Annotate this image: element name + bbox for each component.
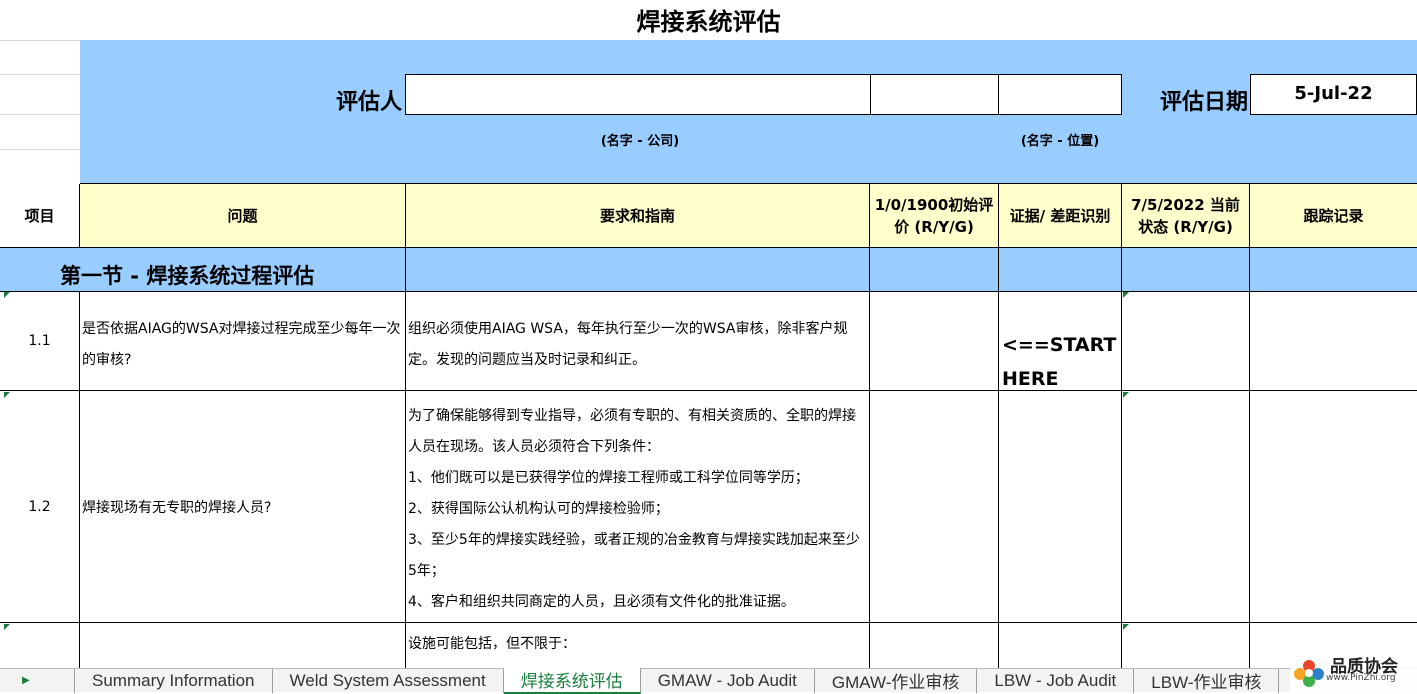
date-value[interactable]: 5-Jul-22	[1250, 74, 1417, 115]
current-status-cell[interactable]	[1122, 292, 1250, 391]
tab-lbw-job-audit[interactable]: LBW - Job Audit	[977, 668, 1135, 693]
requirement-cell[interactable]: 组织必须使用AIAG WSA，每年执行至少一次的WSA审核，除非客户规定。发现的…	[406, 292, 870, 391]
requirement-line: 1、他们既可以是已获得学位的焊接工程师或工科学位同等学历；	[408, 470, 809, 486]
current-status-cell[interactable]	[1122, 623, 1250, 668]
section-cell[interactable]	[1250, 248, 1417, 292]
section-title: 第一节 - 焊接系统过程评估	[60, 264, 315, 288]
position-input[interactable]	[998, 74, 1122, 115]
sheet-tabs-bar: ▶ Summary Information Weld System Assess…	[0, 667, 1417, 694]
requirement-line: 为了确保能够得到专业指导，必须有专职的、有相关资质的、全职的焊接人员在现场。该人…	[408, 408, 856, 455]
evidence-cell[interactable]	[999, 391, 1122, 623]
col-header-current: 7/5/2022 当前状态 (R/Y/G)	[1122, 184, 1250, 248]
section-cell[interactable]	[870, 248, 999, 292]
requirement-cell[interactable]: 为了确保能够得到专业指导，必须有专职的、有相关资质的、全职的焊接人员在现场。该人…	[406, 391, 870, 623]
col-header-question: 问题	[80, 184, 406, 248]
section-cell[interactable]	[999, 248, 1122, 292]
comment-indicator	[4, 392, 10, 398]
row-id-cell[interactable]: 1.1	[0, 292, 80, 391]
evidence-cell[interactable]	[999, 623, 1122, 668]
tab-gmaw-job-audit[interactable]: GMAW - Job Audit	[641, 668, 815, 693]
comment-indicator	[1123, 392, 1129, 398]
flower-logo-icon	[1294, 660, 1324, 687]
watermark-url: www.PinZhi.org	[1326, 673, 1396, 683]
requirement-line: 3、至少5年的焊接实践经验，或者正规的冶金教育与焊接实践加起来至少5年；	[408, 532, 860, 579]
watermark-name: 品质协会	[1330, 657, 1398, 677]
assessor-hint: (名字 - 公司)	[600, 134, 680, 149]
row-id-cell[interactable]	[0, 623, 80, 668]
tab-scroll-right-button[interactable]: ▶	[0, 668, 75, 693]
assessor-input[interactable]	[405, 74, 871, 115]
comment-indicator	[1123, 624, 1129, 630]
sheet-title: 焊接系统评估	[636, 8, 781, 36]
question-cell[interactable]: 是否依据AIAG的WSA对焊接过程完成至少每年一次的审核?	[80, 292, 406, 391]
comment-indicator	[4, 292, 10, 298]
assessor-input-extension[interactable]	[871, 74, 999, 115]
watermark-logo: 品质协会 www.PinZhi.org	[1290, 650, 1417, 692]
comment-indicator	[1123, 292, 1129, 298]
evidence-cell[interactable]: <==START HERE	[999, 292, 1122, 391]
section-cell[interactable]	[406, 248, 870, 292]
tab-weld-system-assessment-cn[interactable]: 焊接系统评估	[503, 667, 641, 694]
tab-weld-system-assessment[interactable]: Weld System Assessment	[273, 668, 504, 693]
comment-indicator	[4, 624, 10, 630]
tracking-cell[interactable]	[1250, 391, 1417, 623]
question-cell[interactable]	[80, 623, 406, 668]
col-header-item: 项目	[0, 184, 80, 248]
initial-rating-cell[interactable]	[870, 623, 999, 668]
date-label: 评估日期	[1159, 90, 1248, 115]
position-hint: (名字 - 位置)	[1020, 134, 1100, 149]
triangle-right-icon: ▶	[22, 675, 30, 686]
tab-summary-information[interactable]: Summary Information	[75, 668, 273, 693]
section-cell[interactable]	[1122, 248, 1250, 292]
col-header-evidence: 证据/ 差距识别	[999, 184, 1122, 248]
requirement-line: 2、获得国际公认机构认可的焊接检验师；	[408, 501, 669, 517]
col-header-initial: 1/0/1900初始评价 (R/Y/G)	[870, 184, 999, 248]
row-id-cell[interactable]: 1.2	[0, 391, 80, 623]
initial-rating-cell[interactable]	[870, 292, 999, 391]
question-cell[interactable]: 焊接现场有无专职的焊接人员?	[80, 391, 406, 623]
assessor-label: 评估人	[335, 90, 402, 115]
current-status-cell[interactable]	[1122, 391, 1250, 623]
tab-gmaw-job-audit-cn[interactable]: GMAW-作业审核	[815, 668, 978, 693]
initial-rating-cell[interactable]	[870, 391, 999, 623]
requirement-cell[interactable]: 设施可能包括，但不限于：	[406, 623, 870, 668]
requirement-line: 4、客户和组织共同商定的人员，且必须有文件化的批准证据。	[408, 594, 795, 610]
col-header-tracking: 跟踪记录	[1250, 184, 1417, 248]
tracking-cell[interactable]	[1250, 292, 1417, 391]
col-header-requirement: 要求和指南	[406, 184, 870, 248]
tab-lbw-job-audit-cn[interactable]: LBW-作业审核	[1134, 668, 1280, 693]
